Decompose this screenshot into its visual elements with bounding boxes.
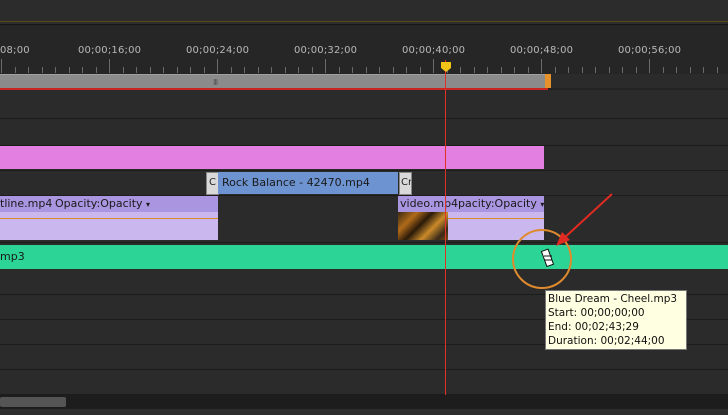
ruler-tick [433, 59, 434, 73]
track-row-2 [0, 119, 728, 146]
ruler-label-3: 00;00;24;00 [186, 45, 250, 56]
transition-right[interactable]: Cr [399, 172, 412, 195]
work-area-grip[interactable]: III [213, 78, 218, 87]
ruler-tick [473, 67, 475, 73]
ruler-tick [608, 67, 610, 73]
ruler-tick [244, 67, 245, 73]
tooltip-start: Start: 00;00;00;00 [548, 307, 645, 319]
track-row-1 [0, 90, 728, 119]
clip-a-opacity-menu[interactable]: Opacity:Opacity ▾ [55, 197, 150, 210]
ruler-tick [257, 67, 259, 73]
ruler-tick [14, 67, 16, 73]
work-area-end-handle[interactable] [545, 74, 551, 88]
ruler-tick [325, 59, 326, 73]
ruler-tick [662, 67, 664, 73]
ruler-tick [176, 67, 178, 73]
ruler-tick [149, 67, 151, 73]
ruler-tick [541, 59, 542, 73]
clip-a-label: tline.mp4 [0, 197, 53, 210]
ruler-tick [68, 67, 70, 73]
bottom-edge [0, 409, 728, 415]
ruler-label-7: 00;00;56;00 [618, 45, 682, 56]
ruler-tick [514, 67, 515, 73]
ruler-tick [284, 67, 286, 73]
ruler-label-4: 00;00;32;00 [294, 45, 358, 56]
ruler-tick [311, 67, 313, 73]
ruler-label-6: 00;00;48;00 [510, 45, 574, 56]
rock-balance-label: Rock Balance - 42470.mp4 [222, 176, 370, 189]
ruler-tick [595, 67, 596, 73]
ruler-tick [1, 59, 2, 73]
ruler-tick [55, 67, 56, 73]
annotation-overlay [512, 193, 613, 289]
top-divider [0, 21, 728, 22]
transition-right-label: Cr [401, 177, 412, 188]
ruler-tick [676, 67, 677, 73]
clip-a-opacity-label: Opacity:Opacity [55, 197, 143, 210]
dropdown-arrow-icon: ▾ [146, 200, 151, 209]
ruler-tick [338, 67, 340, 73]
ruler-tick [203, 67, 205, 73]
ruler-tick [230, 67, 232, 73]
ruler-label-5: 00;00;40;00 [402, 45, 466, 56]
ruler-tick [190, 67, 191, 73]
annotation-arrow-icon [561, 193, 613, 241]
audio-clip-label: mp3 [0, 250, 25, 263]
ruler-tick [568, 67, 569, 73]
ruler-tick [622, 67, 623, 73]
ruler-tick [109, 59, 110, 73]
ruler-tick [392, 67, 394, 73]
ruler-tick [163, 67, 164, 73]
ruler-tick [554, 67, 556, 73]
ruler-tick [716, 67, 718, 73]
trim-cursor-icon [540, 248, 555, 268]
ruler-tick [649, 59, 650, 73]
ruler-tick [581, 67, 583, 73]
ruler-tick [379, 67, 380, 73]
ruler-tick [365, 67, 367, 73]
track-row-a6 [0, 370, 728, 395]
ruler-tick [95, 67, 97, 73]
pink-clip[interactable] [0, 146, 544, 169]
ruler-label-2: 00;00;16;00 [78, 45, 142, 56]
playhead-line[interactable] [445, 60, 446, 400]
work-area-empty [548, 74, 728, 88]
ruler-tick [487, 67, 488, 73]
ruler-tick [406, 67, 407, 73]
clip-tooltip: Blue Dream - Cheel.mp3 Start: 00;00;00;0… [545, 290, 687, 350]
ruler-tick [82, 67, 83, 73]
tooltip-end: End: 00;02;43;29 [548, 321, 639, 333]
ruler-tick [352, 67, 353, 73]
ruler-tick [271, 67, 272, 73]
transition-left-label: C [209, 177, 216, 188]
ruler-tick [703, 67, 704, 73]
ruler-tick [28, 67, 29, 73]
ruler-tick [635, 67, 637, 73]
ruler-tick [298, 67, 299, 73]
ruler-tick [689, 67, 691, 73]
ruler-tick [136, 67, 137, 73]
ruler-label-1: 08;00 [0, 45, 30, 56]
tooltip-title: Blue Dream - Cheel.mp3 [548, 293, 678, 305]
ruler-tick [460, 67, 461, 73]
ruler-tick [122, 67, 124, 73]
ruler-tick [41, 67, 43, 73]
ruler-tick [217, 59, 218, 73]
ruler-tick [419, 67, 421, 73]
ruler-tick [527, 67, 529, 73]
clip-b-label: video.mp4 [400, 197, 459, 210]
rock-balance-clip[interactable]: Rock Balance - 42470.mp4 [218, 172, 398, 194]
clip-a-body[interactable] [0, 212, 218, 240]
clip-a-opacity-line[interactable] [0, 218, 218, 219]
time-ruler[interactable]: 08;00 00;00;16;00 00;00;24;00 00;00;32;0… [0, 25, 728, 74]
tooltip-duration: Duration: 00;02;44;00 [548, 335, 665, 347]
work-area-bar[interactable] [0, 74, 548, 89]
horizontal-scrollbar[interactable] [0, 395, 728, 409]
scrollbar-thumb[interactable] [0, 397, 66, 407]
ruler-tick [500, 67, 502, 73]
clip-b-thumbnail [398, 212, 448, 240]
